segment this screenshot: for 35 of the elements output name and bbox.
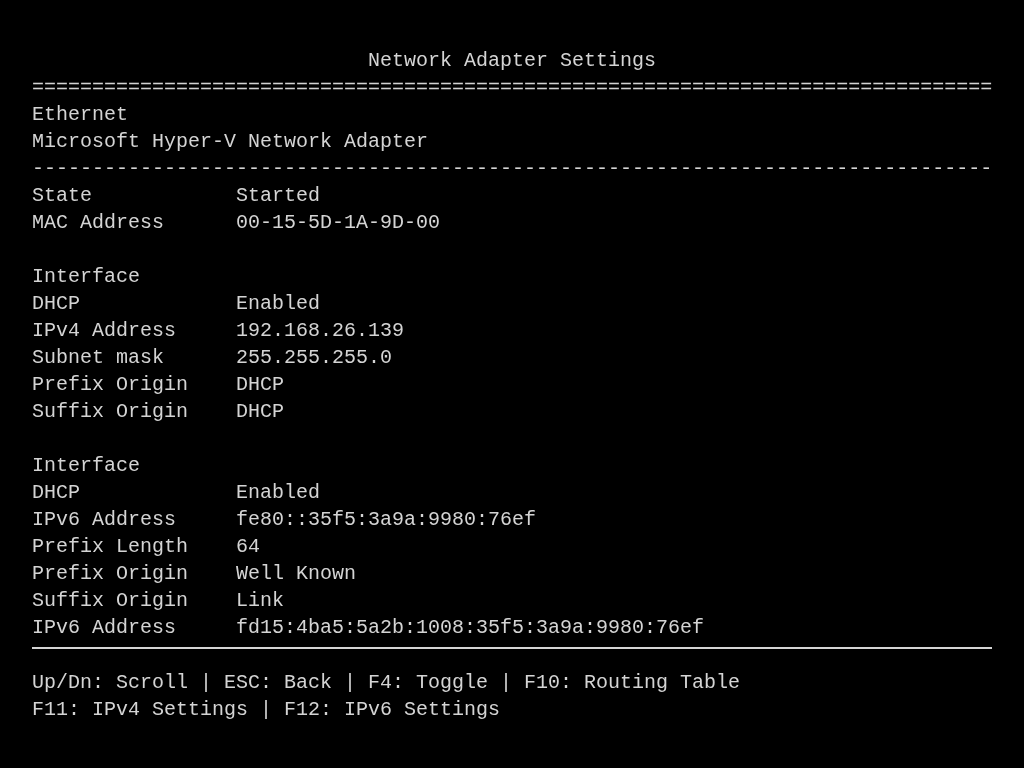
setting-label: DHCP [32, 291, 81, 317]
setting-label: Suffix Origin [32, 399, 190, 425]
double-rule: ================================================================================ [32, 75, 992, 101]
dashed-rule: -------------------------------------------------------------------------------- [32, 156, 992, 182]
setting-value: 64 [236, 534, 260, 560]
key-hints: Up/Dn: Scroll | ESC: Back | F4: Toggle | F10: Routing Table [32, 670, 742, 696]
setting-label: IPv4 Address [32, 318, 178, 344]
setting-value: Enabled [236, 291, 320, 317]
adapter-name: Ethernet [32, 102, 129, 128]
setting-value: 255.255.255.0 [236, 345, 393, 371]
setting-label: State [32, 183, 93, 209]
key-hints: F11: IPv4 Settings | F12: IPv6 Settings [32, 697, 502, 723]
setting-label: DHCP [32, 480, 81, 506]
setting-value: Link [236, 588, 284, 614]
setting-label: IPv6 Address [32, 615, 178, 641]
setting-value: 192.168.26.139 [236, 318, 405, 344]
section-heading: Interface [32, 264, 142, 290]
section-heading: Interface [32, 453, 142, 479]
setting-label: Prefix Origin [32, 372, 190, 398]
setting-label: Subnet mask [32, 345, 166, 371]
setting-value: Well Known [236, 561, 357, 587]
setting-label: Prefix Length [32, 534, 190, 560]
adapter-description: Microsoft Hyper-V Network Adapter [32, 129, 430, 155]
setting-value: Started [236, 183, 320, 209]
setting-value: Enabled [236, 480, 320, 506]
screen-title: Network Adapter Settings [366, 48, 657, 74]
setting-value: DHCP [236, 372, 284, 398]
setting-label: Prefix Origin [32, 561, 190, 587]
setting-label: MAC Address [32, 210, 166, 236]
setting-label: Suffix Origin [32, 588, 190, 614]
setting-label: IPv6 Address [32, 507, 178, 533]
setting-value: fe80::35f5:3a9a:9980:76ef [236, 507, 537, 533]
setting-value: fd15:4ba5:5a2b:1008:35f5:3a9a:9980:76ef [236, 615, 705, 641]
setting-value: 00-15-5D-1A-9D-00 [236, 210, 441, 236]
setting-value: DHCP [236, 399, 284, 425]
